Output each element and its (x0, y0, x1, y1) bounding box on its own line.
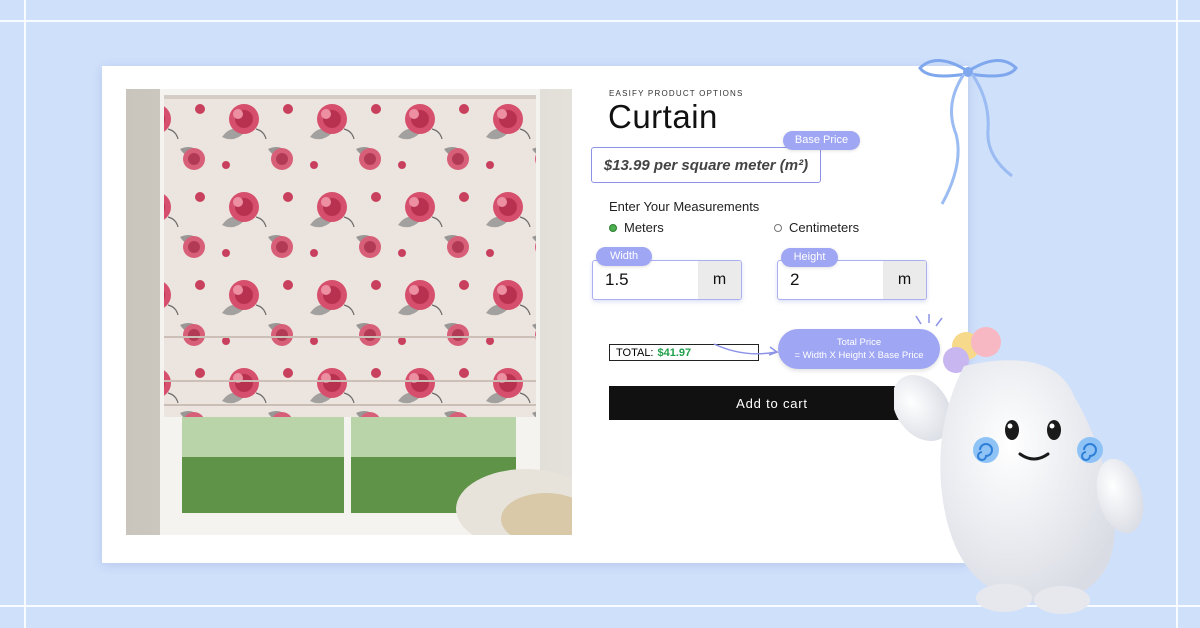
unit-option-label: Centimeters (789, 220, 860, 235)
measurements-label: Enter Your Measurements (609, 199, 760, 214)
unit-option-meters[interactable]: Meters (609, 220, 664, 235)
width-badge: Width (596, 247, 652, 266)
total-value: $41.97 (657, 346, 692, 359)
total-label: TOTAL: (616, 346, 654, 359)
brand-label: EASIFY PRODUCT OPTIONS (609, 89, 744, 98)
total-pill-title: Total Price (836, 337, 882, 348)
grid-line-top (0, 20, 1200, 22)
base-price-badge: Base Price (783, 131, 860, 150)
ribbon-bow-icon (916, 52, 1020, 208)
unit-option-centimeters[interactable]: Centimeters (774, 220, 859, 235)
add-to-cart-button[interactable]: Add to cart (609, 386, 935, 420)
product-title: Curtain (608, 98, 718, 135)
unit-option-label: Meters (624, 220, 664, 235)
width-unit: m (698, 261, 741, 299)
mascot-icon (894, 326, 1154, 616)
product-image (126, 89, 572, 535)
arrow-icon (712, 336, 782, 362)
base-price: $13.99 per square meter (m²) (591, 147, 821, 183)
width-field: m (592, 260, 742, 300)
grid-line-left (24, 0, 26, 628)
height-badge: Height (781, 248, 838, 267)
radio-meters[interactable] (609, 223, 617, 232)
width-input[interactable] (593, 261, 698, 299)
grid-line-right (1176, 0, 1178, 628)
height-unit: m (883, 261, 926, 299)
radio-centimeters[interactable] (774, 223, 782, 232)
